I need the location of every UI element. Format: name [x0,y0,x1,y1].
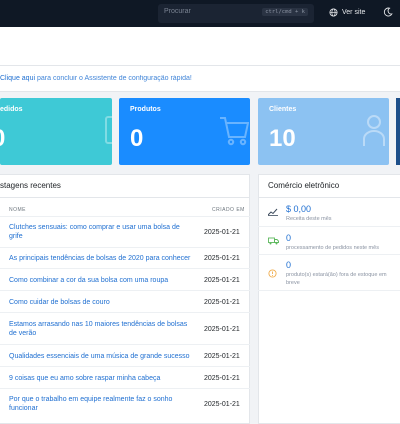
table-row: Como cuidar de bolsas de couro 2025-01-2… [0,290,250,312]
revenue-item: $ 0,00 Receita deste mês [258,198,400,226]
table-row: Estamos arrasando nas 10 maiores tendênc… [0,312,250,344]
post-link[interactable]: 9 coisas que eu amo sobre raspar minha c… [9,374,194,383]
box-icon [105,116,112,144]
post-date: 2025-01-21 [204,326,240,333]
low-stock-value: 0 [286,260,292,270]
search-box[interactable]: Procurar ctrl/cmd + k [158,4,314,23]
table-row: As principais tendências de bolsas de 20… [0,247,250,268]
setup-notice-text: para concluir o Assistente de configuraç… [36,75,192,82]
globe-icon [329,8,338,17]
post-date: 2025-01-21 [204,401,240,408]
customers-card-title: Clientes [269,106,297,113]
products-card[interactable]: Produtos 0 [119,98,250,165]
revenue-value: $ 0,00 [286,204,312,214]
post-link[interactable]: Clutches sensuais: como comprar e usar u… [9,223,194,241]
orders-card-title: edidos [0,106,23,113]
view-site-label: Ver site [342,9,366,16]
top-navbar: Procurar ctrl/cmd + k Ver site [0,0,400,27]
orders-processing-desc: processamento de pedidos neste mês [286,245,379,251]
orders-processing-value: 0 [286,233,292,243]
post-link[interactable]: Qualidades essenciais de uma música de g… [9,352,194,361]
setup-notice: Clique aqui para concluir o Assistente d… [0,66,400,92]
post-link[interactable]: Por que o trabalho em equipe realmente f… [9,395,194,413]
post-date: 2025-01-21 [204,353,240,360]
col-created-header: CRIADO EM [212,207,245,213]
truck-icon [268,237,279,245]
setup-wizard-link[interactable]: Clique aqui [0,75,35,82]
table-row: Como combinar a cor da sua bolsa com uma… [0,268,250,290]
ecommerce-title: Comércio eletrônico [268,181,340,190]
orders-card[interactable]: edidos 0 [0,98,112,165]
search-input[interactable]: Procurar [164,8,191,15]
orders-card-value: 0 [0,125,5,153]
moon-icon[interactable] [383,7,393,17]
ecommerce-row-divider [258,290,400,291]
page-header [0,27,400,66]
post-date: 2025-01-21 [204,277,240,284]
post-date: 2025-01-21 [204,255,240,262]
products-card-title: Produtos [130,106,161,113]
post-link[interactable]: As principais tendências de bolsas de 20… [9,254,204,263]
customers-card-value: 10 [269,125,296,152]
chart-line-icon [268,208,278,216]
post-date: 2025-01-21 [204,299,240,306]
customers-card[interactable]: Clientes 10 [258,98,389,165]
alert-circle-icon [268,269,277,278]
products-card-value: 0 [130,125,144,152]
recent-posts-title: stagens recentes [0,181,61,190]
post-link[interactable]: Como cuidar de bolsas de couro [9,298,194,307]
search-shortcut: ctrl/cmd + k [262,8,308,16]
post-date: 2025-01-21 [204,375,240,382]
view-site-link[interactable]: Ver site [329,8,365,17]
post-link[interactable]: Como combinar a cor da sua bolsa com uma… [9,276,194,285]
user-icon [363,115,385,146]
cart-icon [220,117,249,146]
low-stock-item: 0 produto(s) estará(ão) fora de estoque … [258,254,400,290]
table-row: Por que o trabalho em equipe realmente f… [0,388,250,424]
revenue-desc: Receita deste mês [286,216,332,222]
post-link[interactable]: Estamos arrasando nas 10 maiores tendênc… [9,320,194,338]
table-row: Qualidades essenciais de uma música de g… [0,344,250,366]
posts-title-divider [0,197,250,198]
col-name-header: NOME [9,207,26,213]
card-edge [396,98,400,165]
post-date: 2025-01-21 [204,229,240,236]
orders-processing-item: 0 processamento de pedidos neste mês [258,226,400,254]
table-row: 9 coisas que eu amo sobre raspar minha c… [0,366,250,388]
table-row: Clutches sensuais: como comprar e usar u… [0,216,250,247]
low-stock-desc: produto(s) estará(ão) fora de estoque em… [286,272,387,286]
